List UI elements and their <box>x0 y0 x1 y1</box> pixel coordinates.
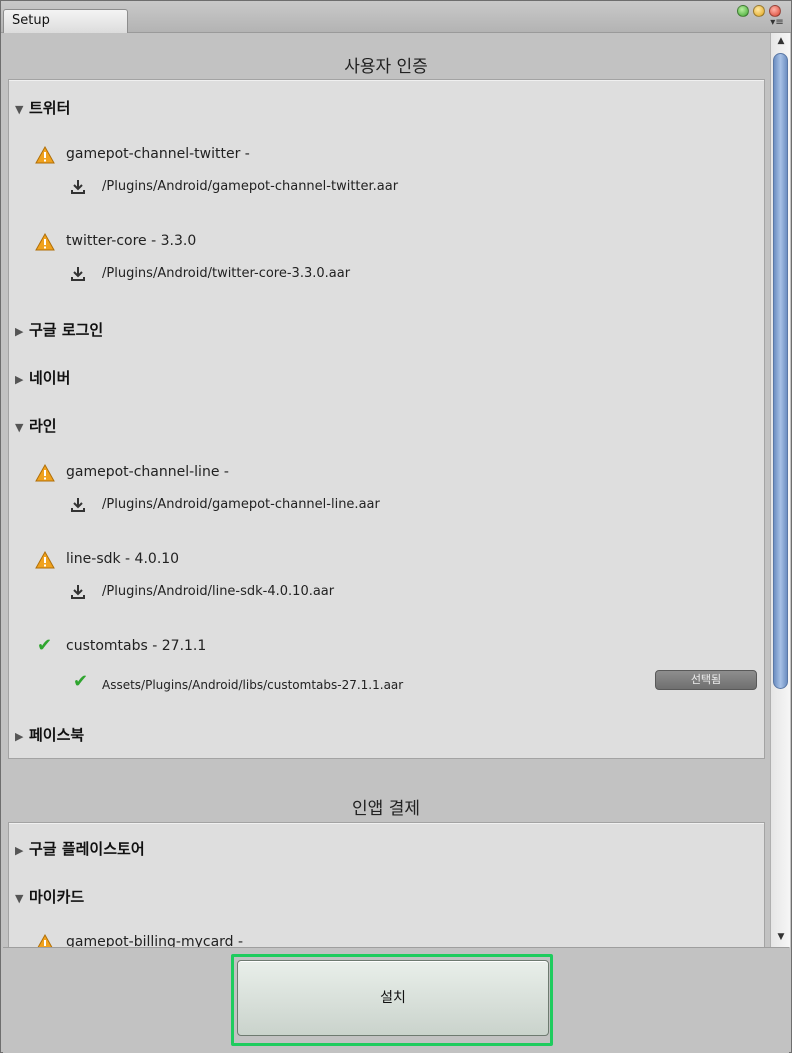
collapsed-arrow-icon: ▶ <box>15 844 24 857</box>
check-icon: ✔ <box>73 671 89 692</box>
maximize-icon[interactable] <box>737 5 749 17</box>
group-google-playstore[interactable]: ▶ 구글 플레이스토어 <box>15 838 145 859</box>
group-facebook[interactable]: ▶ 페이스북 <box>15 724 84 745</box>
group-google-login[interactable]: ▶ 구글 로그인 <box>15 319 103 340</box>
package-label: twitter-core - 3.3.0 <box>66 233 197 249</box>
collapsed-arrow-icon: ▶ <box>15 325 24 338</box>
package-path: /Plugins/Android/line-sdk-4.0.10.aar <box>102 584 335 599</box>
package-label: customtabs - 27.1.1 <box>66 638 207 654</box>
download-icon[interactable] <box>70 497 86 517</box>
install-button[interactable]: 설치 <box>237 960 549 1036</box>
vertical-scrollbar[interactable]: ▲ ▼ <box>770 33 790 947</box>
group-line[interactable]: ▼ 라인 <box>15 415 57 436</box>
scroll-content: 사용자 인증 ▼ 트위터 gamepot-channel-twitter - /P… <box>3 33 769 947</box>
setup-window: Setup ▾≡ 사용자 인증 ▼ 트위터 gamepot-channel-twi… <box>0 0 792 1053</box>
auth-panel: ▼ 트위터 gamepot-channel-twitter - /Plugins/… <box>8 79 765 759</box>
title-bar: Setup ▾≡ <box>1 1 791 33</box>
warning-icon <box>35 145 55 168</box>
minimize-icon[interactable] <box>753 5 765 17</box>
download-icon[interactable] <box>70 584 86 604</box>
warning-icon <box>35 463 55 486</box>
collapsed-arrow-icon: ▶ <box>15 730 24 743</box>
package-path: /Plugins/Android/gamepot-channel-twitter… <box>102 179 399 194</box>
scroll-down-arrow-icon[interactable]: ▼ <box>775 931 787 943</box>
package-path: /Plugins/Android/gamepot-channel-line.aa… <box>102 497 380 512</box>
footer-bar: 설치 <box>3 947 789 1053</box>
expanded-arrow-icon: ▼ <box>15 421 24 434</box>
selected-button[interactable]: 선택됨 <box>655 670 757 690</box>
iap-section-title: 인앱 결제 <box>352 799 420 819</box>
expanded-arrow-icon: ▼ <box>15 103 24 116</box>
group-naver[interactable]: ▶ 네이버 <box>15 367 70 388</box>
check-icon: ✔ <box>37 635 53 656</box>
scroll-thumb[interactable] <box>773 53 788 689</box>
warning-icon <box>35 550 55 573</box>
window-menu-icon[interactable]: ▾≡ <box>769 17 785 29</box>
group-twitter[interactable]: ▼ 트위터 <box>15 97 70 118</box>
close-icon[interactable] <box>769 5 781 17</box>
download-icon[interactable] <box>70 266 86 286</box>
collapsed-arrow-icon: ▶ <box>15 373 24 386</box>
expanded-arrow-icon: ▼ <box>15 892 24 905</box>
package-label: line-sdk - 4.0.10 <box>66 551 180 567</box>
package-path: /Plugins/Android/twitter-core-3.3.0.aar <box>102 266 351 281</box>
tab-setup[interactable]: Setup <box>3 9 128 33</box>
warning-icon <box>35 933 55 947</box>
auth-section-title: 사용자 인증 <box>344 57 428 77</box>
package-label: gamepot-channel-line - <box>66 464 229 480</box>
scroll-up-arrow-icon[interactable]: ▲ <box>775 35 787 47</box>
warning-icon <box>35 232 55 255</box>
package-label: gamepot-billing-mycard - <box>66 934 244 947</box>
group-mycard[interactable]: ▼ 마이카드 <box>15 886 84 907</box>
package-path: Assets/Plugins/Android/libs/customtabs-2… <box>102 678 404 692</box>
download-icon[interactable] <box>70 179 86 199</box>
iap-panel: ▶ 구글 플레이스토어 ▼ 마이카드 gamepot-billing-mycard … <box>8 822 765 947</box>
package-label: gamepot-channel-twitter - <box>66 146 250 162</box>
